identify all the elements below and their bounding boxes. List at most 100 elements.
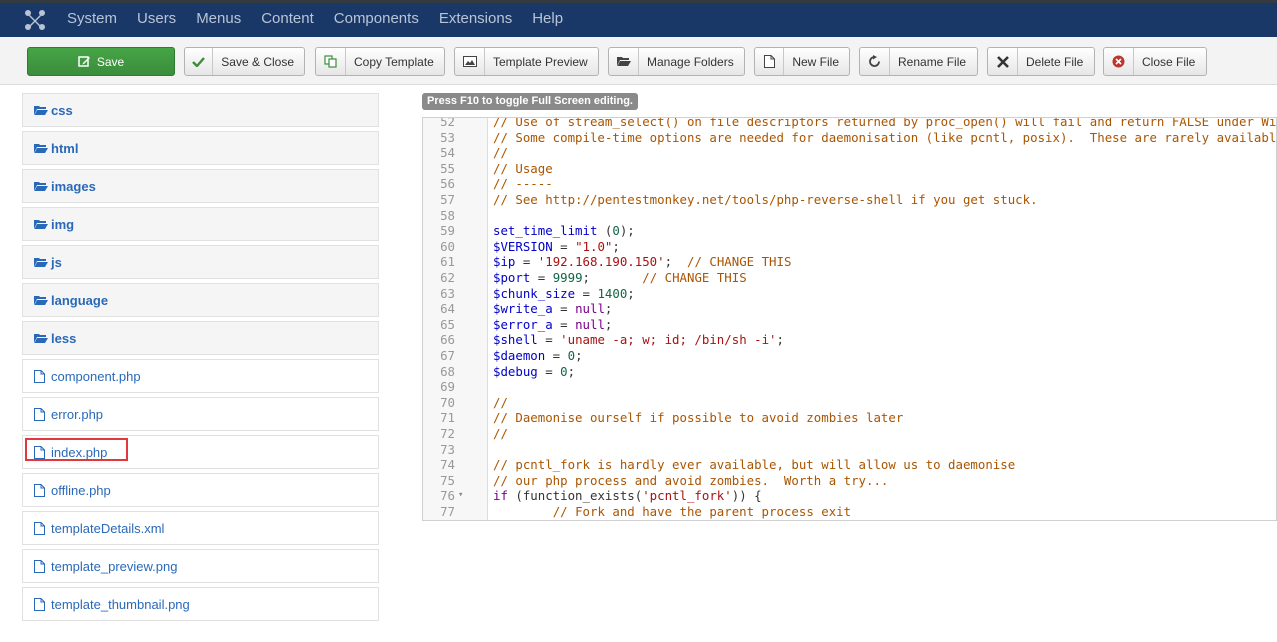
folder-language[interactable]: language — [22, 283, 379, 317]
folder-js[interactable]: js — [22, 245, 379, 279]
line-number: 60 — [440, 238, 455, 254]
file-label: template_thumbnail.png — [51, 596, 190, 612]
rename-file-button[interactable]: Rename File — [859, 47, 978, 76]
file-label: index.php — [51, 444, 108, 460]
file-label: error.php — [51, 406, 104, 422]
line-number: 63 — [440, 285, 455, 301]
save-close-label: Save & Close — [221, 54, 294, 69]
folder-open-icon — [34, 293, 48, 307]
cancel-circle-icon — [1104, 48, 1134, 75]
line-number: 57 — [440, 192, 455, 207]
manage-folders-label: Manage Folders — [647, 54, 734, 69]
code-editor[interactable]: 52 // Use of stream_select() on file desc… — [422, 117, 1277, 521]
folder-img[interactable]: img — [22, 207, 379, 241]
line-number: 74 — [440, 457, 455, 473]
code-text: // Daemonise ourself if possible to avoi… — [493, 410, 904, 426]
top-menu: System Users Menus Content Components Ex… — [67, 9, 583, 29]
folder-less[interactable]: less — [22, 321, 379, 355]
save-close-button[interactable]: Save & Close — [184, 47, 305, 76]
fullscreen-tip: Press F10 to toggle Full Screen editing. — [422, 93, 638, 110]
file-template-preview-png[interactable]: template_preview.png — [22, 549, 379, 583]
line-number: 56 — [440, 176, 455, 192]
refresh-icon — [860, 48, 890, 75]
code-text: // See http://pentestmonkey.net/tools/ph… — [493, 192, 1038, 207]
save-label: Save — [96, 54, 125, 69]
copy-template-button[interactable]: Copy Template — [315, 47, 445, 76]
menu-help[interactable]: Help — [532, 9, 563, 29]
line-number: 61 — [440, 254, 455, 270]
code-text: // Use of stream_select() on file descri… — [493, 117, 1277, 129]
line-number: 53 — [440, 129, 455, 145]
line-number: 68 — [440, 363, 455, 379]
copy-template-label: Copy Template — [354, 54, 434, 69]
folder-label: less — [51, 330, 77, 346]
close-file-label: Close File — [1142, 54, 1196, 69]
file-icon — [34, 597, 48, 611]
template-preview-button[interactable]: Template Preview — [454, 47, 599, 76]
folder-open-icon — [609, 48, 639, 75]
file-index-php[interactable]: index.php — [22, 435, 379, 469]
code-text: $VERSION = "1.0"; — [493, 238, 620, 254]
menu-components[interactable]: Components — [334, 9, 419, 29]
line-number: 59 — [440, 223, 455, 239]
close-icon — [988, 48, 1018, 75]
code-text: $ip = '192.168.190.150'; // CHANGE THIS — [493, 254, 792, 270]
line-number: 71 — [440, 410, 455, 426]
manage-folders-button[interactable]: Manage Folders — [608, 47, 745, 76]
edit-icon — [78, 56, 90, 67]
code-text: // Some compile-time options are needed … — [493, 129, 1277, 145]
fold-arrow-icon[interactable]: ▾ — [458, 488, 463, 504]
save-button[interactable]: Save — [27, 47, 175, 76]
line-number: 75 — [440, 472, 455, 488]
new-file-button[interactable]: New File — [754, 47, 850, 76]
rename-file-label: Rename File — [898, 54, 967, 69]
line-number: 62 — [440, 270, 455, 285]
code-text: $port = 9999; // CHANGE THIS — [493, 270, 747, 285]
folder-label: js — [51, 254, 62, 270]
menu-extensions[interactable]: Extensions — [439, 9, 512, 29]
delete-file-button[interactable]: Delete File — [987, 47, 1095, 76]
file-templatedetails-xml[interactable]: templateDetails.xml — [22, 511, 379, 545]
code-text: $daemon = 0; — [493, 348, 583, 363]
folder-open-icon — [34, 255, 48, 269]
file-icon — [34, 559, 48, 573]
line-number: 54 — [440, 145, 455, 161]
menu-content[interactable]: Content — [261, 9, 314, 29]
menu-menus[interactable]: Menus — [196, 9, 241, 29]
file-icon — [755, 48, 785, 75]
folder-open-icon — [34, 217, 48, 231]
line-number: 73 — [440, 441, 455, 457]
folder-html[interactable]: html — [22, 131, 379, 165]
line-number: 52 — [440, 117, 455, 129]
folder-css[interactable]: css — [22, 93, 379, 127]
file-error-php[interactable]: error.php — [22, 397, 379, 431]
line-number: 58 — [440, 207, 455, 223]
new-file-label: New File — [792, 54, 839, 69]
file-component-php[interactable]: component.php — [22, 359, 379, 393]
code-text: $write_a = null; — [493, 301, 613, 317]
file-offline-php[interactable]: offline.php — [22, 473, 379, 507]
joomla-logo-icon[interactable] — [24, 9, 46, 31]
line-number: 65 — [440, 316, 455, 332]
menu-users[interactable]: Users — [137, 9, 176, 29]
file-icon — [34, 521, 48, 535]
code-text: // Fork and have the parent process exit — [552, 504, 852, 519]
file-template-thumbnail-png[interactable]: template_thumbnail.png — [22, 587, 379, 621]
file-label: offline.php — [51, 482, 111, 498]
folder-label: html — [51, 140, 79, 156]
folder-open-icon — [34, 103, 48, 117]
line-number: 70 — [440, 394, 455, 410]
close-file-button[interactable]: Close File — [1103, 47, 1207, 76]
code-text: // — [493, 426, 508, 441]
file-label: templateDetails.xml — [51, 520, 165, 536]
template-preview-label: Template Preview — [493, 54, 588, 69]
file-label: component.php — [51, 368, 141, 384]
code-text: $debug = 0; — [493, 363, 576, 379]
code-text: // pcntl_fork is hardly ever available, … — [493, 457, 1016, 473]
code-text: $chunk_size = 1400; — [493, 285, 635, 301]
menu-system[interactable]: System — [67, 9, 117, 29]
image-icon — [455, 48, 485, 75]
folder-open-icon — [34, 179, 48, 193]
file-tree: css html images img js language less com… — [22, 93, 379, 625]
folder-images[interactable]: images — [22, 169, 379, 203]
